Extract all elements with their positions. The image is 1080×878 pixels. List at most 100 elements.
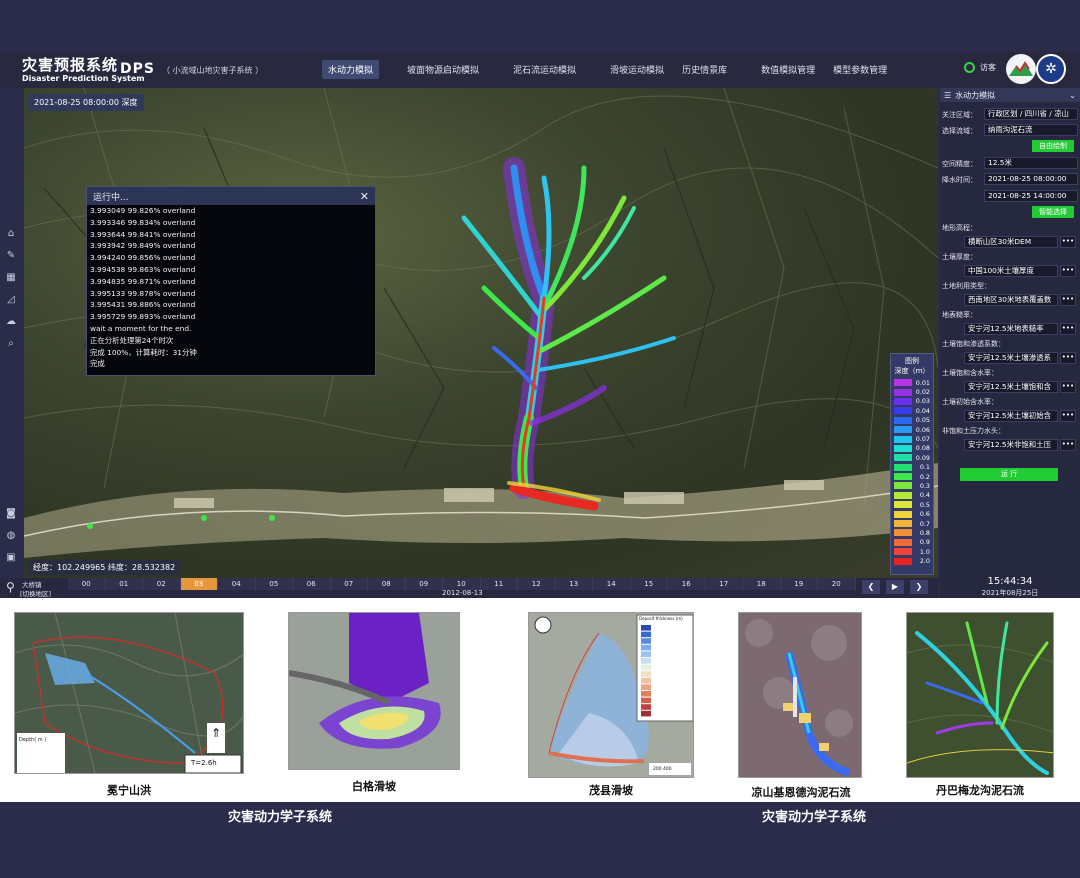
roughness-field[interactable]: 安宁河12.5米地表糙率 bbox=[964, 323, 1058, 335]
case-thumb-danba[interactable] bbox=[906, 612, 1054, 778]
smart-select-button[interactable]: 智能选择 bbox=[1032, 206, 1074, 218]
resolution-select[interactable]: 12.5米 bbox=[984, 157, 1078, 169]
timeline-tick[interactable]: 19 bbox=[780, 578, 818, 590]
close-icon[interactable]: ✕ bbox=[360, 190, 369, 203]
timeline-tick[interactable]: 15 bbox=[630, 578, 668, 590]
nav-hydrodynamic[interactable]: 水动力模拟 bbox=[322, 60, 380, 79]
next-step-button[interactable]: ❯ bbox=[910, 580, 928, 594]
subsystem-name: （ 小流域山地灾害子系统 ） bbox=[162, 66, 264, 75]
init-moisture-field[interactable]: 安宁河12.5米土壤初始含 bbox=[964, 410, 1058, 422]
timeline-tick[interactable]: 14 bbox=[593, 578, 631, 590]
case-thumb-baige[interactable] bbox=[288, 612, 460, 770]
run-button[interactable]: 运 行 bbox=[960, 468, 1058, 481]
rain-end-input[interactable]: 2021-08-25 14:00:00 bbox=[984, 190, 1078, 202]
timeline-tick[interactable]: 09 bbox=[405, 578, 443, 590]
nav-slope-source[interactable]: 坡面物源启动模拟 bbox=[401, 60, 485, 79]
timeline-tick[interactable]: 04 bbox=[218, 578, 256, 590]
caption-liangshan: 凉山基恩德沟泥石流 bbox=[751, 786, 851, 799]
landuse-more-button[interactable]: ••• bbox=[1060, 294, 1076, 306]
nav-debris-flow[interactable]: 泥石流运动模拟 bbox=[507, 60, 582, 79]
timeline-tick[interactable]: 03 bbox=[180, 578, 218, 590]
legend-swatch bbox=[894, 538, 912, 546]
timeline-tick[interactable]: 13 bbox=[555, 578, 593, 590]
thumb3-legend-swatch bbox=[641, 664, 651, 671]
thumb3-legend-swatch bbox=[641, 625, 651, 631]
log-line: 3.993644 99.841% overland bbox=[90, 229, 196, 239]
free-draw-button[interactable]: 自由绘制 bbox=[1032, 140, 1074, 152]
case-thumb-liangshan[interactable] bbox=[738, 612, 862, 778]
play-button[interactable]: ▶ bbox=[886, 580, 904, 594]
timeline-tick[interactable]: 01 bbox=[105, 578, 143, 590]
globe-icon[interactable]: ◍ bbox=[4, 528, 18, 542]
sat-moisture-field[interactable]: 安宁河12.5米土壤饱和含 bbox=[964, 381, 1058, 393]
conductivity-more-button[interactable]: ••• bbox=[1060, 352, 1076, 364]
thumb3-scale-bar: 200 400 bbox=[653, 767, 672, 772]
prev-step-button[interactable]: ❮ bbox=[862, 580, 880, 594]
user-icon bbox=[964, 62, 975, 73]
timeline-tick[interactable]: 02 bbox=[143, 578, 181, 590]
legend-swatch bbox=[894, 397, 912, 405]
camera-icon[interactable]: ◙ bbox=[4, 506, 18, 520]
home-icon[interactable]: ⌂ bbox=[4, 226, 18, 240]
chevron-down-icon[interactable]: ⌄ bbox=[1069, 91, 1076, 100]
switch-region-link[interactable]: [切换地区] bbox=[20, 588, 51, 598]
timeline-tick[interactable]: 05 bbox=[255, 578, 293, 590]
suction-field[interactable]: 安宁河12.5米非饱和土压 bbox=[964, 439, 1058, 451]
timeline-tick[interactable]: 18 bbox=[743, 578, 781, 590]
sat-moisture-more-button[interactable]: ••• bbox=[1060, 381, 1076, 393]
timeline-tick[interactable]: 07 bbox=[330, 578, 368, 590]
legend-label: 0.01 bbox=[915, 378, 930, 387]
cloud-icon[interactable]: ☁ bbox=[4, 314, 18, 328]
soil-depth-field[interactable]: 中国100米土壤厚度 bbox=[964, 265, 1058, 277]
search-icon[interactable]: ⌕ bbox=[4, 336, 18, 350]
nav-history[interactable]: 历史情景库 bbox=[676, 60, 733, 79]
basin-select[interactable]: 纳雨沟泥石流 bbox=[984, 124, 1078, 136]
database-icon: ☰ bbox=[944, 90, 952, 100]
timeline-tick[interactable]: 00 bbox=[68, 578, 106, 590]
region-switch[interactable]: ⚲ 大桥镇 [切换地区] bbox=[4, 578, 60, 598]
run-log-body: 3.993049 99.826% overland 3.993346 99.834… bbox=[87, 205, 375, 370]
landuse-field[interactable]: 西南地区30米地表覆盖数 bbox=[964, 294, 1058, 306]
legend-row: 2.0 bbox=[894, 556, 930, 565]
timeline-tick[interactable]: 20 bbox=[818, 578, 856, 590]
legend-title: 图例 bbox=[905, 357, 919, 365]
panel-header[interactable]: ☰ 水动力模拟 ⌄ bbox=[940, 88, 1080, 102]
legend-label: 0.06 bbox=[915, 425, 930, 434]
nav-landslide[interactable]: 滑坡运动模拟 bbox=[604, 60, 670, 79]
dem-more-button[interactable]: ••• bbox=[1060, 236, 1076, 248]
timeline-tick[interactable]: 17 bbox=[705, 578, 743, 590]
map-timestamp: 2021-08-25 08:00:00 深度 bbox=[28, 94, 144, 111]
map-view[interactable]: 2021-08-25 08:00:00 深度 运行中... ✕ 3.993049… bbox=[24, 88, 938, 578]
case-thumb-mianning[interactable]: Depth( m ) ⇑ T=2.6h bbox=[14, 612, 244, 774]
thumb3-legend-title: Deposit thickness (m) bbox=[639, 616, 683, 621]
timeline-tick[interactable]: 16 bbox=[668, 578, 706, 590]
roughness-more-button[interactable]: ••• bbox=[1060, 323, 1076, 335]
nav-param-mgmt[interactable]: 模型参数管理 bbox=[827, 60, 893, 79]
conductivity-field[interactable]: 安宁河12.5米土壤渗透系 bbox=[964, 352, 1058, 364]
timeline-tick[interactable]: 08 bbox=[368, 578, 406, 590]
user-menu[interactable]: 访客 bbox=[964, 62, 996, 73]
ruler-icon[interactable]: ✎ bbox=[4, 248, 18, 262]
legend-row: 0.1 bbox=[894, 463, 930, 472]
fullscreen-icon[interactable]: ▣ bbox=[4, 550, 18, 564]
focus-area-select[interactable]: 行政区划 / 四川省 / 凉山 bbox=[984, 108, 1078, 120]
rain-start-input[interactable]: 2021-08-25 08:00:00 bbox=[984, 173, 1078, 185]
angle-icon[interactable]: ◿ bbox=[4, 292, 18, 306]
caption-mianning: 冕宁山洪 bbox=[107, 784, 151, 797]
soil-depth-more-button[interactable]: ••• bbox=[1060, 265, 1076, 277]
legend-label: 0.5 bbox=[919, 500, 930, 509]
dem-field[interactable]: 横断山区30米DEM bbox=[964, 236, 1058, 248]
area-measure-icon[interactable]: ▦ bbox=[4, 270, 18, 284]
log-line: wait a moment for the end. bbox=[90, 323, 192, 333]
timeline-tick[interactable]: 12 bbox=[518, 578, 556, 590]
clock-date: 2021年08月25日 bbox=[981, 589, 1039, 597]
institute-logo bbox=[1006, 54, 1036, 84]
case-thumb-maoxian[interactable]: Deposit thickness (m) 200 400 bbox=[528, 612, 694, 778]
nav-simulation-mgmt[interactable]: 数值模拟管理 bbox=[755, 60, 821, 79]
init-moisture-more-button[interactable]: ••• bbox=[1060, 410, 1076, 422]
suction-more-button[interactable]: ••• bbox=[1060, 439, 1076, 451]
run-log-window[interactable]: 运行中... ✕ 3.993049 99.826% overland 3.9933… bbox=[86, 186, 376, 376]
timeline-tick[interactable]: 06 bbox=[293, 578, 331, 590]
timeline-tick[interactable]: 11 bbox=[480, 578, 518, 590]
legend-swatch bbox=[894, 473, 912, 481]
